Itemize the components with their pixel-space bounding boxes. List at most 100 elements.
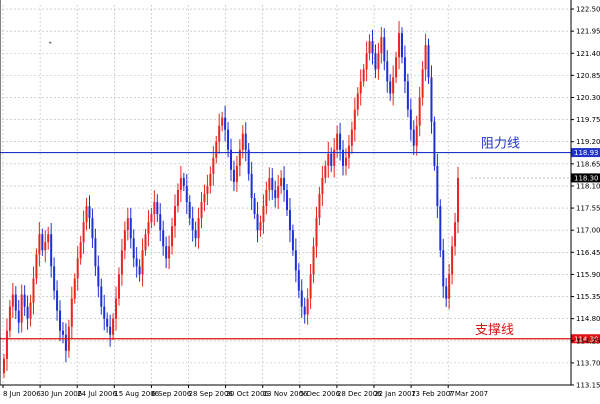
candle-body	[35, 254, 38, 279]
candle-body	[442, 250, 445, 287]
candle	[41, 228, 44, 256]
candle	[415, 115, 418, 156]
candle-body	[61, 330, 64, 335]
candle	[123, 221, 126, 260]
candle	[147, 210, 150, 247]
chart-svg: 阻力线118.93支撑线114.30118.30ˇ 122.50121.9512…	[0, 0, 600, 398]
candle-body	[73, 278, 76, 299]
candle	[171, 217, 174, 255]
candle-body	[445, 286, 448, 299]
candle	[383, 28, 386, 71]
candle	[353, 97, 356, 142]
candle	[294, 238, 297, 283]
candle-body	[324, 165, 327, 178]
candle-body	[20, 294, 23, 323]
candle-body	[150, 214, 153, 223]
candle-body	[303, 306, 306, 315]
candle	[20, 284, 23, 333]
candle	[412, 120, 415, 156]
candle-body	[85, 206, 88, 223]
candle-body	[188, 202, 191, 219]
candle-body	[144, 234, 147, 251]
caret-marker: ˇ	[48, 41, 53, 52]
candle-body	[297, 270, 300, 291]
candle	[59, 300, 62, 342]
candle	[380, 27, 383, 64]
candle	[112, 313, 115, 341]
candle-body	[265, 189, 268, 207]
candle	[188, 195, 191, 225]
candle	[64, 323, 67, 363]
candle	[88, 195, 91, 229]
candle-body	[171, 226, 174, 247]
candle	[321, 165, 324, 206]
candle	[70, 286, 73, 339]
candle	[56, 280, 59, 321]
y-tick-label: 115.90	[576, 271, 600, 279]
candle	[392, 65, 395, 106]
candle-body	[457, 177, 459, 223]
candle	[400, 27, 403, 64]
candle-body	[283, 177, 286, 190]
candle-body	[32, 278, 35, 303]
candle-body	[227, 129, 230, 150]
candle-body	[8, 306, 11, 331]
candle-body	[194, 230, 197, 239]
candle-body	[347, 145, 350, 158]
candle	[250, 161, 253, 211]
candle	[291, 224, 294, 256]
candle-body	[185, 185, 188, 203]
candle	[271, 168, 274, 200]
candle-body	[398, 33, 401, 58]
candle-body	[97, 266, 100, 287]
candle-body	[412, 129, 415, 146]
candle	[29, 294, 32, 327]
candle	[356, 87, 359, 116]
candle-body	[359, 81, 362, 94]
candle	[406, 73, 409, 118]
y-tick-label: 113.15	[576, 382, 600, 390]
candle	[424, 33, 427, 81]
candle	[230, 138, 232, 181]
candle	[26, 295, 29, 330]
candle	[235, 155, 238, 192]
candle	[409, 98, 412, 141]
candle	[265, 181, 268, 215]
y-tick-label: 116.45	[576, 249, 600, 257]
candle-body	[179, 177, 182, 190]
candle	[179, 165, 182, 202]
candle	[61, 322, 64, 344]
candle	[318, 186, 321, 226]
candle-body	[232, 169, 235, 182]
candle	[339, 122, 342, 161]
candle-body	[132, 238, 135, 259]
candle-body	[400, 33, 403, 58]
candle-body	[117, 274, 120, 299]
candle-body	[336, 133, 339, 150]
candle-body	[415, 125, 418, 146]
candle-body	[356, 93, 359, 110]
candle-body	[250, 173, 253, 199]
y-tick-label: 115.35	[576, 293, 600, 301]
candle-body	[454, 222, 457, 247]
candle-body	[350, 129, 353, 146]
candle-body	[409, 109, 412, 130]
candle	[153, 190, 156, 226]
candle	[436, 153, 439, 219]
candle-body	[56, 290, 59, 311]
candle	[194, 221, 197, 247]
candle	[206, 174, 209, 206]
candle	[35, 248, 38, 285]
candle	[97, 255, 100, 298]
candle	[150, 208, 153, 229]
candle	[253, 193, 256, 220]
candle	[232, 160, 235, 192]
candle-body	[76, 258, 79, 279]
candle-body	[64, 334, 67, 351]
candle	[182, 172, 185, 191]
candle	[38, 222, 41, 267]
candle-body	[418, 97, 421, 126]
candle-body	[403, 57, 406, 82]
candle	[221, 111, 224, 132]
candle-body	[259, 222, 262, 231]
